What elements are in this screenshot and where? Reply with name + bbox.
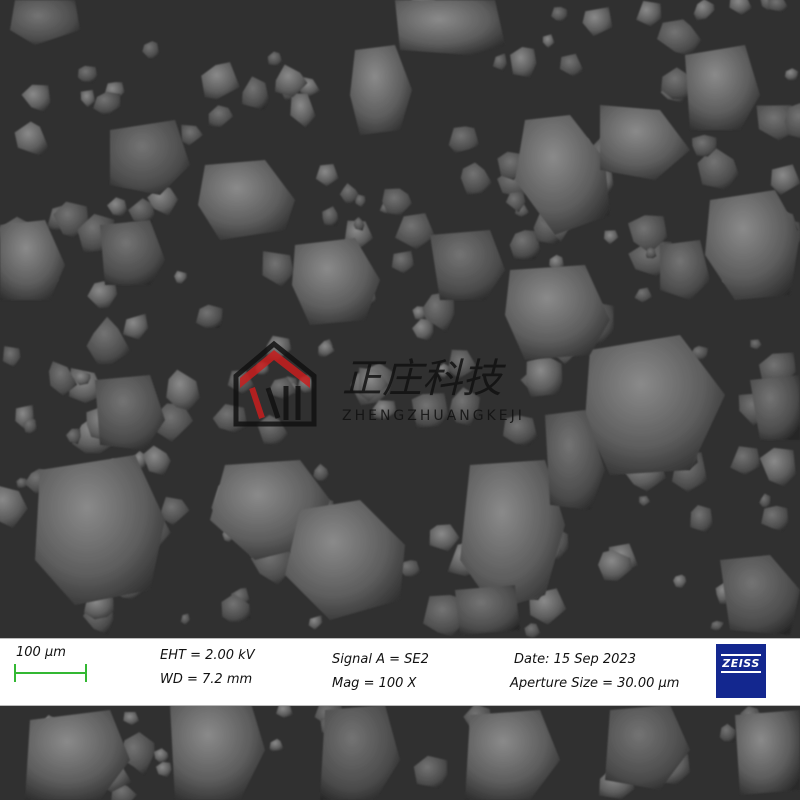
signal-value: Signal A = SE2: [332, 652, 429, 667]
zhengzhuang-logo-icon: 正庄科技 ZHENGZHUANGKEJI: [233, 340, 525, 427]
zeiss-logo-icon: ZEISS: [716, 644, 766, 698]
scale-label: 100 µm: [16, 645, 66, 660]
watermark-en-text: ZHENGZHUANGKEJI: [342, 408, 525, 424]
watermark: 正庄科技 ZHENGZHUANGKEJI: [232, 336, 592, 436]
eht-value: EHT = 2.00 kV: [160, 648, 255, 663]
zeiss-logo-word: ZEISS: [722, 657, 760, 670]
watermark-cn-text: 正庄科技: [342, 356, 506, 402]
particle: [395, 0, 505, 55]
particle: [455, 585, 520, 635]
aperture-value: Aperture Size = 30.00 µm: [510, 676, 680, 691]
scale-bar-tick-left: [14, 664, 16, 682]
scale-bar: [15, 672, 86, 674]
date-value: Date: 15 Sep 2023: [514, 652, 636, 667]
sem-info-bar: 100 µm EHT = 2.00 kV WD = 7.2 mm Signal …: [0, 638, 800, 706]
scale-bar-tick-right: [85, 664, 87, 682]
mag-value: Mag = 100 X: [332, 676, 417, 691]
particle: [77, 65, 97, 83]
wd-value: WD = 7.2 mm: [160, 672, 253, 687]
particle: [735, 710, 800, 795]
